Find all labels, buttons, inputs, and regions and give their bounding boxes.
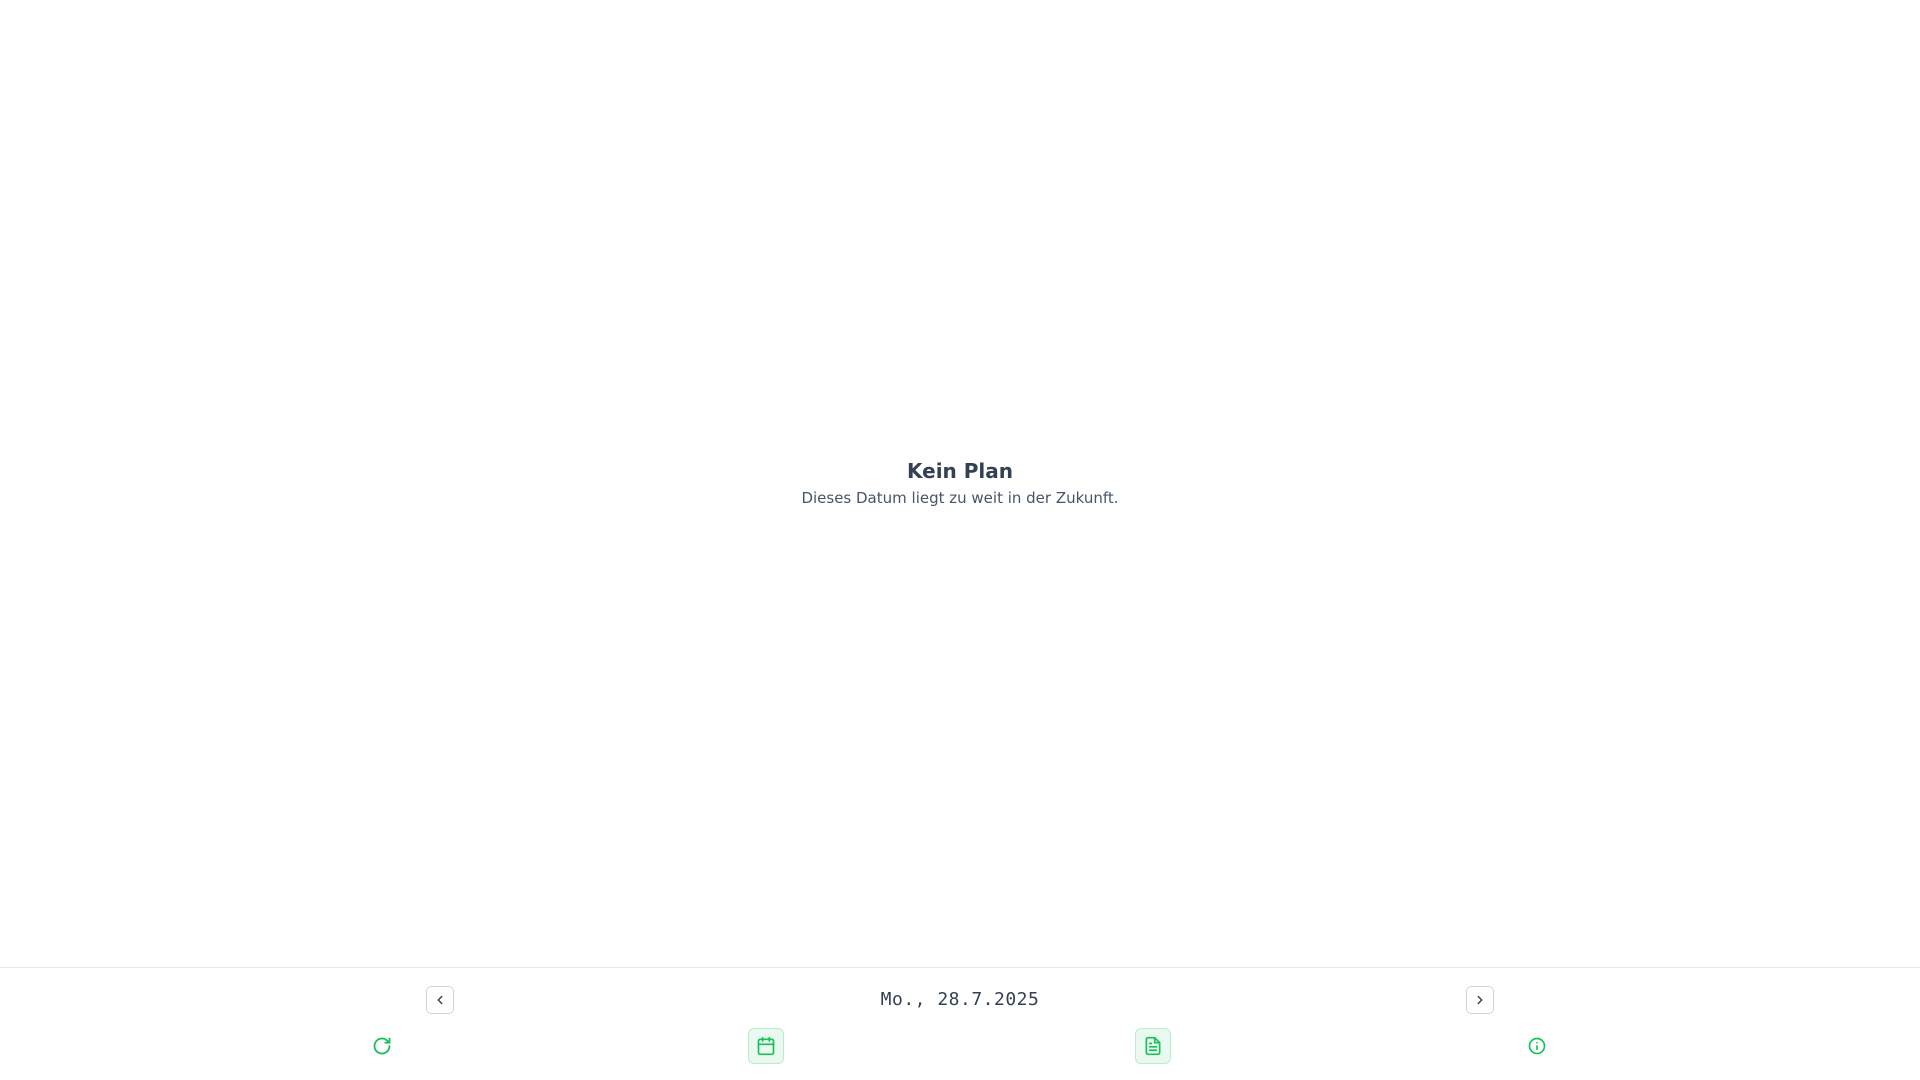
chevron-right-icon: [1473, 993, 1487, 1007]
refresh-button[interactable]: [364, 1028, 400, 1064]
empty-state: Kein Plan Dieses Datum liegt zu weit in …: [0, 455, 1920, 510]
calendar-icon: [756, 1036, 776, 1056]
document-button[interactable]: [1135, 1028, 1171, 1064]
calendar-button[interactable]: [748, 1028, 784, 1064]
current-date: Mo., 28.7.2025: [880, 989, 1040, 1010]
info-button[interactable]: [1519, 1028, 1555, 1064]
info-icon: [1527, 1036, 1547, 1056]
document-icon: [1143, 1036, 1163, 1056]
empty-state-title: Kein Plan: [906, 459, 1013, 483]
bottom-bar: Mo., 28.7.2025: [0, 967, 1920, 1080]
refresh-icon: [372, 1036, 392, 1056]
next-day-button[interactable]: [1466, 986, 1494, 1014]
main-content: Kein Plan Dieses Datum liegt zu weit in …: [0, 0, 1920, 967]
empty-state-message: Dieses Datum liegt zu weit in der Zukunf…: [801, 489, 1119, 507]
